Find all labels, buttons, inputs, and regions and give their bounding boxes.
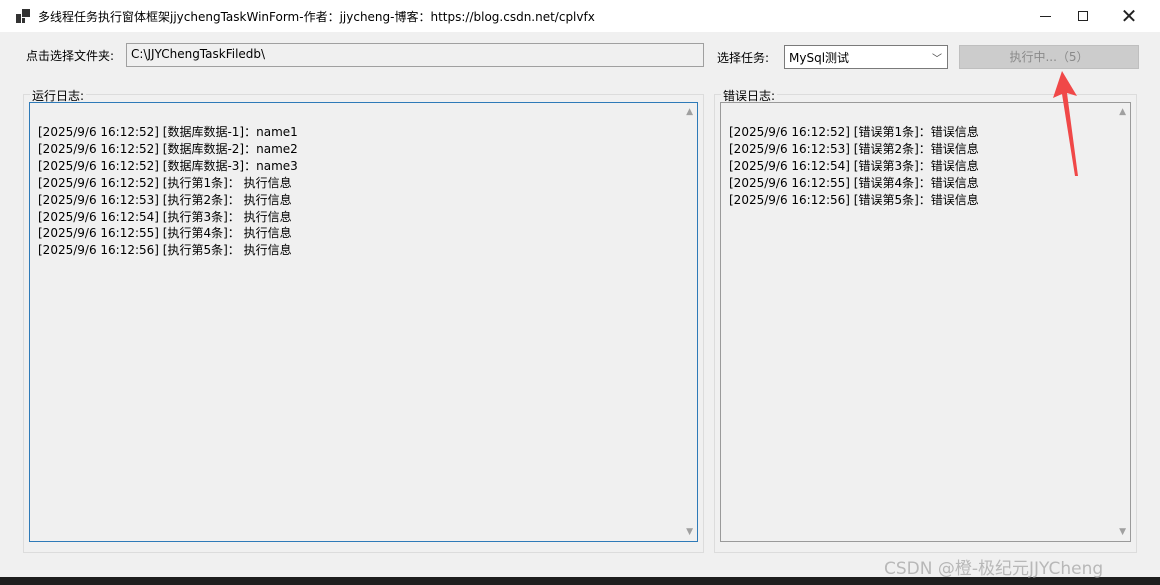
error-log-lines: [2025/9/6 16:12:52] [错误第1条]：错误信息 [2025/9/… [729, 124, 979, 209]
log-line: [2025/9/6 16:12:55] [错误第4条]：错误信息 [729, 175, 979, 190]
task-select[interactable]: MySql测试 ﹀ [784, 45, 948, 69]
watermark: CSDN @橙-极纪元JJYCheng [884, 559, 1104, 579]
log-line: [2025/9/6 16:12:54] [执行第3条]： 执行信息 [38, 209, 292, 224]
log-line: [2025/9/6 16:12:54] [错误第3条]：错误信息 [729, 158, 979, 173]
log-line: [2025/9/6 16:12:52] [数据库数据-1]：name1 [38, 125, 298, 139]
scroll-down-icon[interactable]: ▼ [1119, 527, 1126, 537]
folder-label: 点击选择文件夹: [26, 49, 115, 63]
log-line: [2025/9/6 16:12:53] [执行第2条]： 执行信息 [38, 192, 292, 207]
log-line: [2025/9/6 16:12:52] [执行第1条]： 执行信息 [38, 175, 292, 190]
main-window: 多线程任务执行窗体框架jjychengTaskWinForm-作者：jjyche… [0, 0, 1160, 577]
log-line: [2025/9/6 16:12:52] [错误第1条]：错误信息 [729, 125, 979, 139]
run-log-textbox[interactable]: [2025/9/6 16:12:52] [数据库数据-1]：name1 [2025… [29, 102, 698, 542]
scroll-down-icon[interactable]: ▼ [686, 527, 693, 537]
maximize-icon [1078, 11, 1088, 21]
folder-path-input[interactable]: C:\JJYChengTaskFiledb\ [126, 43, 704, 67]
task-label: 选择任务: [717, 51, 770, 65]
app-icon [16, 9, 30, 23]
log-line: [2025/9/6 16:12:56] [错误第5条]：错误信息 [729, 192, 979, 207]
log-line: [2025/9/6 16:12:55] [执行第4条]： 执行信息 [38, 226, 292, 241]
chevron-down-icon: ﹀ [932, 54, 942, 65]
scroll-up-icon[interactable]: ▲ [686, 107, 693, 117]
log-line: [2025/9/6 16:12:53] [错误第2条]：错误信息 [729, 141, 979, 156]
log-line: [2025/9/6 16:12:56] [执行第5条]： 执行信息 [38, 243, 292, 258]
red-arrow-icon [1053, 71, 1078, 176]
close-button[interactable]: ✕ [1106, 0, 1152, 32]
title-bar: 多线程任务执行窗体框架jjychengTaskWinForm-作者：jjyche… [0, 0, 1160, 32]
minimize-icon [1039, 15, 1051, 17]
log-line: [2025/9/6 16:12:52] [数据库数据-3]：name3 [38, 158, 298, 173]
run-log-lines: [2025/9/6 16:12:52] [数据库数据-1]：name1 [2025… [38, 124, 298, 259]
window-title: 多线程任务执行窗体框架jjychengTaskWinForm-作者：jjyche… [38, 10, 595, 24]
close-icon: ✕ [1120, 4, 1138, 28]
scroll-up-icon[interactable]: ▲ [1119, 107, 1126, 117]
log-line: [2025/9/6 16:12:52] [数据库数据-2]：name2 [38, 141, 298, 156]
run-button[interactable]: 执行中...（5） [959, 45, 1139, 69]
maximize-button[interactable] [1060, 0, 1106, 32]
task-select-value: MySql测试 [789, 51, 850, 65]
